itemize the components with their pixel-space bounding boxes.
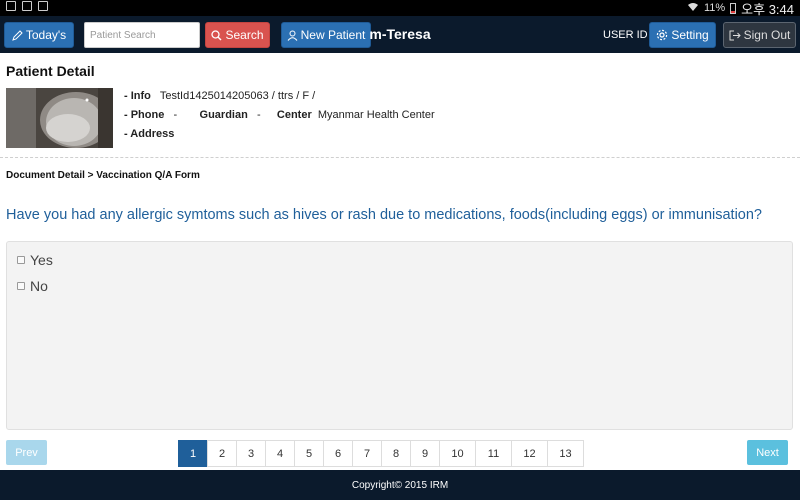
page-link[interactable]: 12 <box>511 440 548 467</box>
page-link[interactable]: 9 <box>410 440 440 467</box>
pencil-icon <box>12 29 23 41</box>
phone-label: - Phone <box>124 109 165 121</box>
page-link[interactable]: 6 <box>323 440 353 467</box>
clock: 오후 3:44 <box>741 1 794 17</box>
app-title: m-Teresa <box>369 26 431 42</box>
sign-out-button-label: Sign Out <box>743 28 791 42</box>
center-value: Myanmar Health Center <box>317 109 435 121</box>
wifi-icon <box>687 2 699 15</box>
sign-out-icon <box>729 30 741 40</box>
answer-option-no[interactable]: No <box>17 278 48 294</box>
battery-percent: 11% <box>703 2 726 14</box>
battery-icon <box>730 2 737 14</box>
android-status-bar: 11% 오후 3:44 <box>0 0 800 17</box>
search-button-label: Search <box>225 28 264 42</box>
info-label: - Info <box>124 90 151 102</box>
checkbox-no[interactable] <box>17 282 25 290</box>
info-value: TestId1425014205063 / ttrs / F / <box>159 90 316 102</box>
patient-contact-row: - Phone - Guardian - Center Myanmar Heal… <box>124 109 439 121</box>
download-icon <box>38 1 48 11</box>
answer-label-yes: Yes <box>30 252 53 268</box>
answer-label-no: No <box>30 278 48 294</box>
address-label: - Address <box>124 128 175 140</box>
patient-search-input[interactable] <box>84 22 200 48</box>
setting-button-label: Setting <box>671 28 709 42</box>
user-id: USER ID <box>603 29 648 41</box>
checkbox-yes[interactable] <box>17 256 25 264</box>
page-link[interactable]: 13 <box>547 440 584 467</box>
prev-button[interactable]: Prev <box>6 440 47 465</box>
page-link[interactable]: 1 <box>178 440 208 467</box>
search-icon <box>211 29 222 40</box>
todays-button-label: Today's <box>25 28 67 42</box>
patient-address-row: - Address <box>124 128 174 140</box>
setting-button[interactable]: Setting <box>649 22 716 48</box>
patient-photo <box>6 88 113 148</box>
page-link[interactable]: 2 <box>207 440 237 467</box>
page-link[interactable]: 11 <box>475 440 512 467</box>
page-link[interactable]: 3 <box>236 440 266 467</box>
page-link[interactable]: 4 <box>265 440 295 467</box>
sign-out-button[interactable]: Sign Out <box>723 22 796 48</box>
image-icon <box>22 1 32 11</box>
search-button[interactable]: Search <box>205 22 270 48</box>
question-text: Have you had any allergic symtoms such a… <box>6 207 762 223</box>
pagination: 1 2 3 4 5 6 7 8 9 10 11 12 13 <box>178 440 584 467</box>
footer-copyright: Copyright© 2015 IRM <box>0 470 800 500</box>
user-icon <box>287 30 298 41</box>
top-navbar: Today's Search New Patient m-Teresa USER… <box>0 16 800 53</box>
answer-option-yes[interactable]: Yes <box>17 252 53 268</box>
guardian-value: - <box>257 109 261 121</box>
next-button[interactable]: Next <box>747 440 788 465</box>
page-link[interactable]: 10 <box>439 440 476 467</box>
page-link[interactable]: 8 <box>381 440 411 467</box>
gear-icon <box>657 29 668 41</box>
patient-detail-title: Patient Detail <box>6 63 95 79</box>
todays-button[interactable]: Today's <box>4 22 74 48</box>
phone-value: - <box>173 109 178 121</box>
breadcrumb: Document Detail > Vaccination Q/A Form <box>6 170 200 181</box>
center-label: Center <box>276 109 312 121</box>
section-divider <box>0 157 800 158</box>
patient-info-row: - Info TestId1425014205063 / ttrs / F / <box>124 90 319 102</box>
page-link[interactable]: 5 <box>294 440 324 467</box>
answer-options-panel: Yes No <box>6 241 793 430</box>
usb-icon <box>6 1 16 11</box>
guardian-label: Guardian <box>199 109 248 121</box>
page-link[interactable]: 7 <box>352 440 382 467</box>
